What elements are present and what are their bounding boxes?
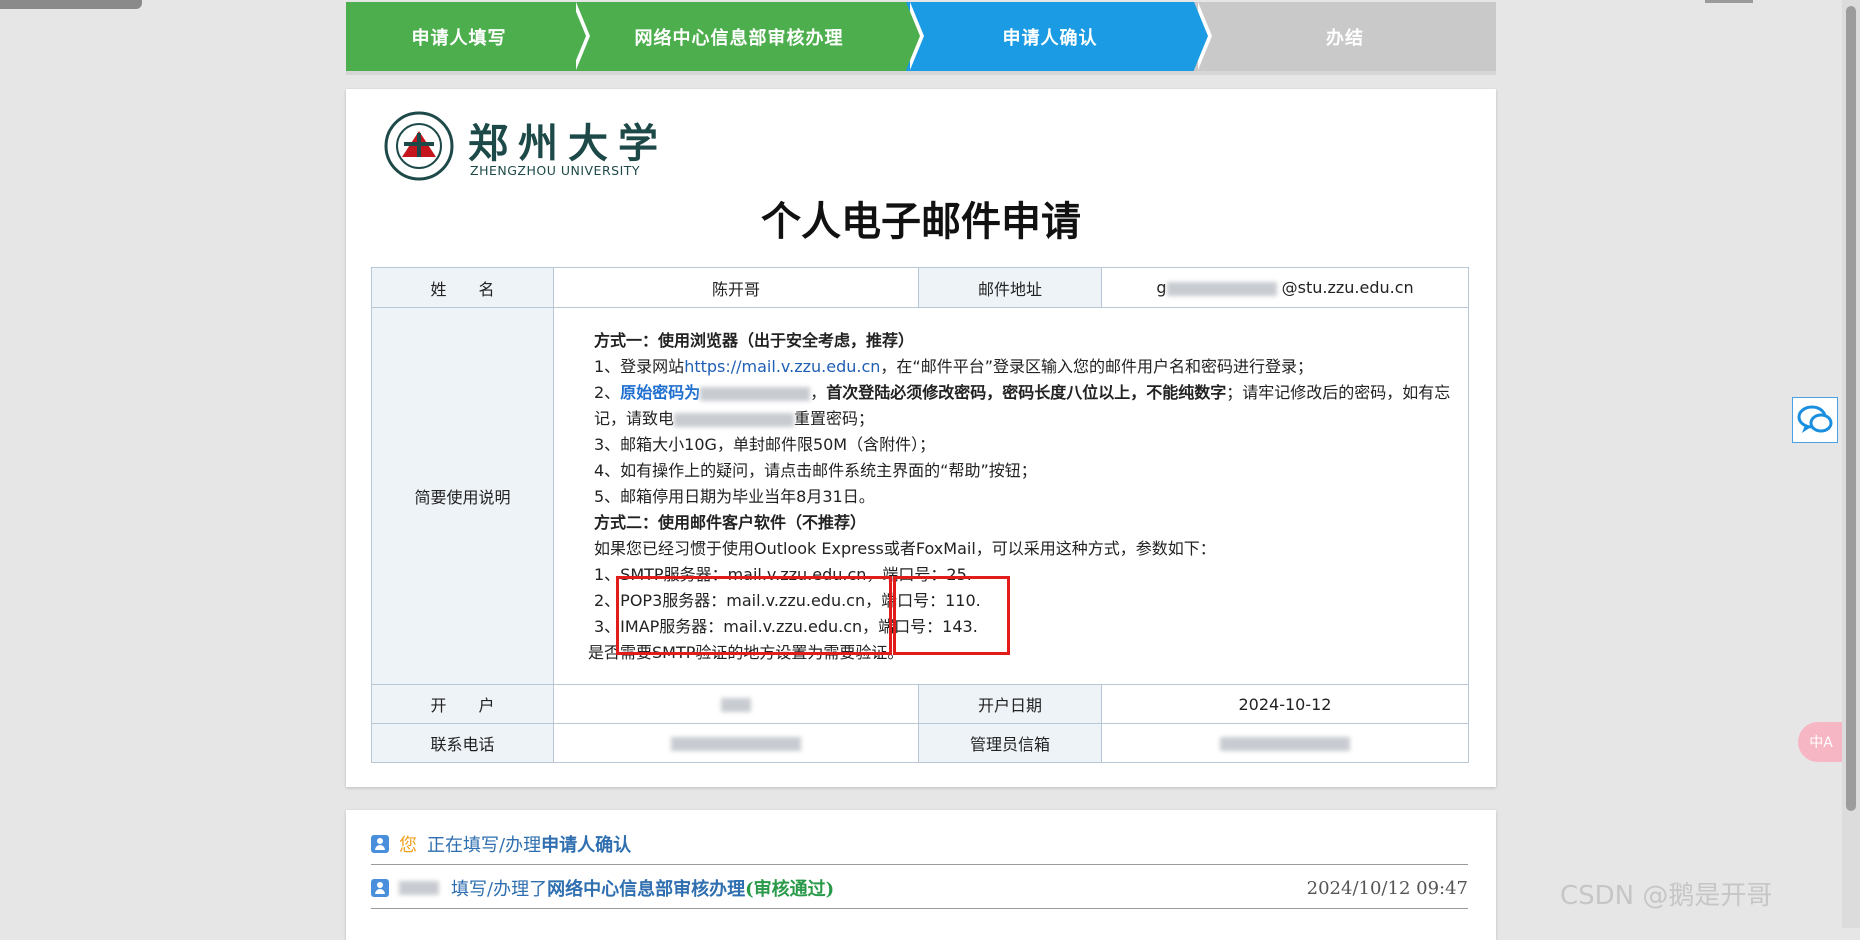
port-highlight-box: [893, 576, 1010, 655]
log-row-previous: 填写/办理了 网络中心信息部审核办理 (审核通过) 2024/10/12 09:…: [371, 868, 1468, 909]
table-row: 姓 名 陈开哥 邮件地址 g @stu.zzu.edu.cn: [371, 267, 1469, 308]
log-timestamp: 2024/10/12 09:47: [1306, 877, 1468, 899]
redacted-block: [671, 737, 801, 751]
log-step: 申请人确认: [541, 835, 632, 856]
email-domain: @stu.zzu.edu.cn: [1281, 278, 1414, 297]
window-control-fragment: [1705, 0, 1753, 3]
redacted-block: [700, 386, 811, 401]
step1-suffix: ，在“邮件平台”登录区输入您的邮件用户名和密码进行登录；: [880, 357, 1313, 376]
csdn-watermark: CSDN @鹅是开哥: [1560, 881, 1773, 911]
step-label: 申请人确认: [1002, 27, 1098, 49]
redacted-block: [1220, 737, 1350, 751]
email-value: g @stu.zzu.edu.cn: [1101, 267, 1469, 308]
application-card: 郑州大学 ZHENGZHOU UNIVERSITY 个人电子邮件申请 姓 名 陈…: [346, 89, 1496, 787]
step2-sep: ，: [810, 383, 827, 402]
current-user: 您: [399, 835, 417, 856]
page-scrollbar[interactable]: [1842, 0, 1860, 928]
admin-email-value: [1101, 723, 1469, 763]
translate-label: 中A: [1809, 735, 1833, 751]
browser-tab-fragment: [0, 0, 142, 9]
university-name-cn: 郑州大学: [468, 120, 668, 167]
initial-password-label: 原始密码为: [620, 383, 701, 402]
table-row: 开 户 开户日期 2024-10-12: [371, 684, 1469, 724]
log-action: 正在填写/办理: [427, 835, 542, 856]
step-applicant-confirm: 申请人确认: [906, 2, 1212, 71]
phone-label: 联系电话: [371, 723, 554, 763]
method1-title: 方式一：使用浏览器（出于安全考虑，推荐）: [594, 331, 915, 350]
step-network-center-review: 网络中心信息部审核办理: [572, 2, 924, 71]
name-label: 姓 名: [371, 267, 554, 308]
step2-end: 重置密码；: [794, 409, 875, 428]
open-date-label: 开户日期: [918, 684, 1102, 724]
email-label: 邮件地址: [918, 267, 1102, 308]
step2-prefix: 2、: [594, 383, 621, 402]
workflow-steps: 申请人填写 网络中心信息部审核办理 申请人确认 办结: [346, 2, 1496, 71]
email-prefix: g: [1156, 278, 1167, 297]
step-label: 办结: [1326, 27, 1364, 49]
step1-prefix: 1、登录网站: [594, 357, 685, 376]
log-action: 填写/办理了: [451, 879, 548, 900]
user-icon: [371, 879, 389, 897]
method1-step2: 2、原始密码为 ，首次登陆必须修改密码，密码长度八位以上，不能纯数字；请牢记修改后…: [560, 380, 1462, 432]
step-label: 申请人填写: [411, 27, 507, 49]
redacted-block: [1166, 281, 1277, 296]
open-account-label: 开 户: [371, 684, 554, 724]
step-complete: 办结: [1194, 2, 1496, 71]
university-seal-icon: [384, 111, 454, 181]
method1-step4: 4、如有操作上的疑问，请点击邮件系统主界面的“帮助”按钮；: [594, 461, 1037, 480]
open-date-value: 2024-10-12: [1101, 684, 1469, 724]
phone-value: [553, 723, 919, 763]
open-account-value: [553, 684, 919, 724]
user-icon: [371, 835, 389, 853]
step-applicant-fill: 申请人填写: [346, 2, 590, 71]
university-logo: 郑州大学 ZHENGZHOU UNIVERSITY: [384, 111, 674, 183]
table-row: 联系电话 管理员信箱: [371, 723, 1469, 763]
log-step: 网络中心信息部审核办理: [547, 879, 746, 900]
redacted-block: [674, 412, 795, 427]
admin-email-label: 管理员信箱: [918, 723, 1102, 763]
method1-step5: 5、邮箱停用日期为毕业当年8月31日。: [594, 487, 875, 506]
process-log: 您 正在填写/办理 申请人确认 填写/办理了 网络中心信息部审核办理 (审核通过…: [346, 810, 1496, 940]
application-form-table: 姓 名 陈开哥 邮件地址 g @stu.zzu.edu.cn 简要使用说明 方式…: [371, 267, 1469, 763]
instructions-label: 简要使用说明: [371, 307, 554, 685]
method1-step1: 1、登录网站https://mail.v.zzu.edu.cn，在“邮件平台”登…: [560, 354, 1462, 380]
method2-intro: 如果您已经习惯于使用Outlook Express或者FoxMail，可以采用这…: [594, 539, 1216, 558]
step-label: 网络中心信息部审核办理: [634, 27, 844, 49]
university-name-en: ZHENGZHOU UNIVERSITY: [470, 163, 641, 178]
server-highlight-box: [616, 576, 892, 655]
name-value: 陈开哥: [553, 267, 919, 308]
scrollbar-thumb[interactable]: [1846, 6, 1856, 811]
mail-site-link[interactable]: https://mail.v.zzu.edu.cn: [684, 357, 880, 376]
redacted-block: [399, 881, 439, 895]
page-title: 个人电子邮件申请: [761, 199, 1081, 245]
translate-button[interactable]: 中A: [1798, 722, 1844, 762]
password-rule: 首次登陆必须修改密码，密码长度八位以上，不能纯数字: [826, 383, 1227, 402]
log-row-current: 您 正在填写/办理 申请人确认: [371, 824, 1468, 865]
online-chat-button[interactable]: [1792, 397, 1838, 443]
chat-bubbles-icon: [1797, 405, 1833, 433]
steps-divider: [346, 71, 1496, 75]
redacted-block: [721, 698, 751, 712]
review-status: (审核通过): [745, 879, 835, 900]
method1-step3: 3、邮箱大小10G，单封邮件限50M（含附件）；: [594, 435, 936, 454]
method2-title: 方式二：使用邮件客户软件（不推荐）: [594, 513, 867, 532]
